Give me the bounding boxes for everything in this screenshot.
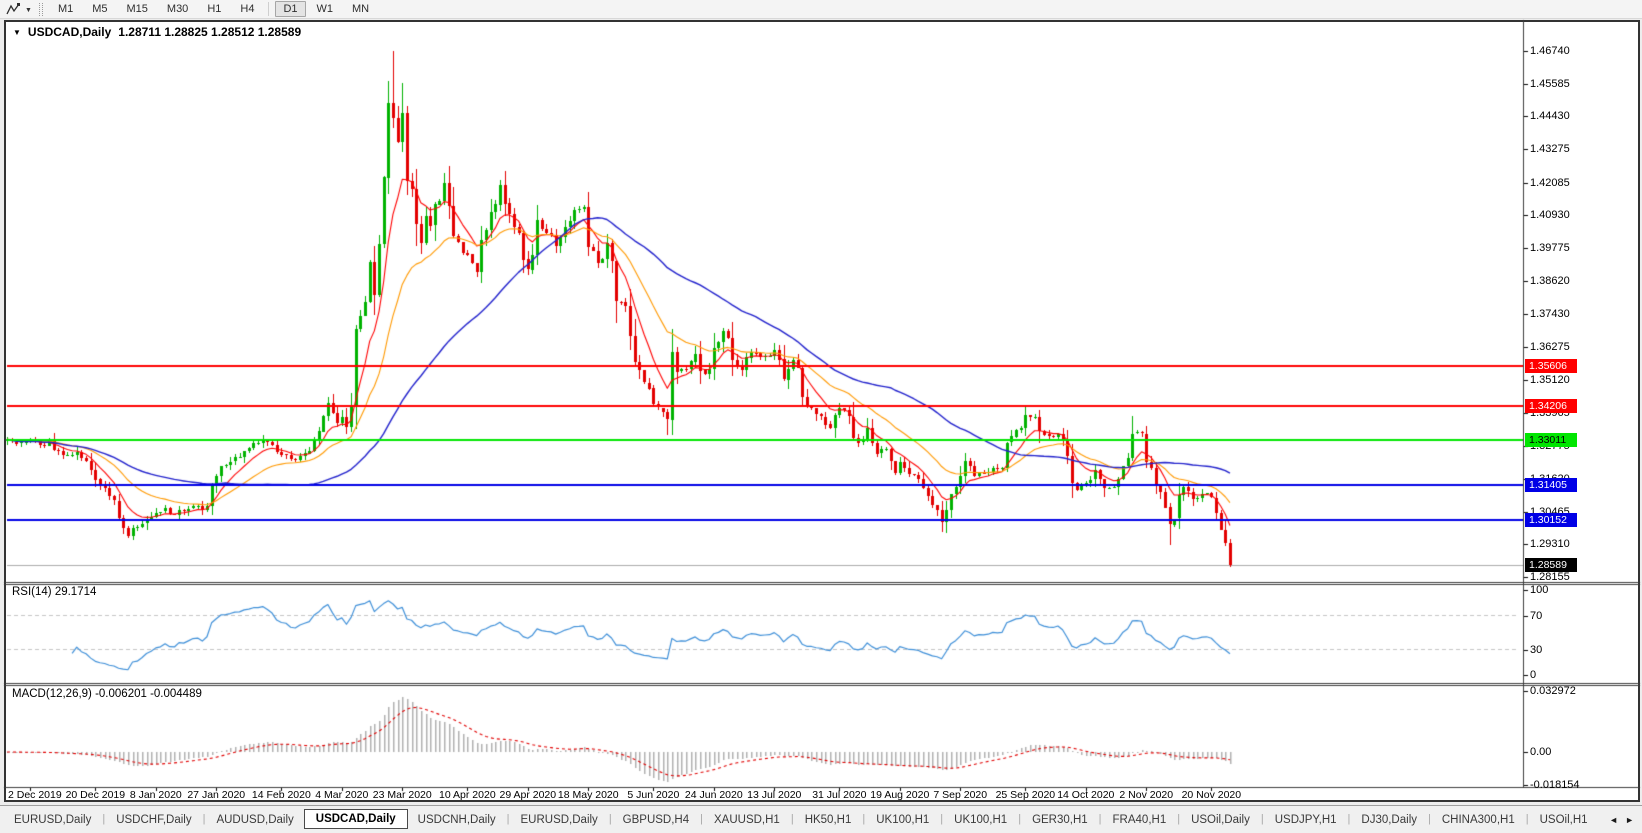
tab-uk100-h1[interactable]: UK100,H1 bbox=[944, 810, 1017, 830]
chart-tab-bar: EURUSD,Daily | USDCHF,Daily | AUDUSD,Daily US… bbox=[0, 805, 1642, 833]
tab-uk100-h1[interactable]: UK100,H1 bbox=[866, 810, 939, 830]
tab-audusd-daily[interactable]: AUDUSD,Daily bbox=[206, 810, 303, 830]
tab-scroll-left-icon[interactable]: ◄ bbox=[1609, 815, 1618, 825]
tab-hk50-h1[interactable]: HK50,H1 bbox=[795, 810, 862, 830]
tab-scroll-right-icon[interactable]: ► bbox=[1625, 815, 1634, 825]
tab-usdcnh-daily[interactable]: USDCNH,Daily bbox=[408, 810, 506, 830]
tab-dj30-daily[interactable]: DJ30,Daily bbox=[1351, 810, 1427, 830]
tab-usdchf-daily[interactable]: USDCHF,Daily bbox=[106, 810, 201, 830]
tab-items: EURUSD,Daily | USDCHF,Daily | AUDUSD,Daily US… bbox=[4, 808, 1598, 830]
tab-china300-h1[interactable]: CHINA300,H1 bbox=[1432, 810, 1525, 830]
tab-eurusd-daily[interactable]: EURUSD,Daily bbox=[4, 810, 101, 830]
price-chart-canvas[interactable] bbox=[0, 0, 1642, 833]
tab-usdcad-daily[interactable]: USDCAD,Daily bbox=[303, 808, 408, 829]
tab-usdjpy-h1[interactable]: USDJPY,H1 bbox=[1265, 810, 1347, 830]
tab-fra40-h1[interactable]: FRA40,H1 bbox=[1103, 810, 1177, 830]
tab-usoil-h1[interactable]: USOil,H1 bbox=[1530, 810, 1598, 830]
tab-eurusd-daily[interactable]: EURUSD,Daily bbox=[510, 810, 607, 830]
tab-gbpusd-h4[interactable]: GBPUSD,H4 bbox=[613, 810, 699, 830]
tab-xauusd-h1[interactable]: XAUUSD,H1 bbox=[704, 810, 790, 830]
tab-scroll-buttons: ◄ ► bbox=[1609, 815, 1638, 825]
tab-usoil-daily[interactable]: USOil,Daily bbox=[1181, 810, 1260, 830]
tab-ger30-h1[interactable]: GER30,H1 bbox=[1022, 810, 1098, 830]
